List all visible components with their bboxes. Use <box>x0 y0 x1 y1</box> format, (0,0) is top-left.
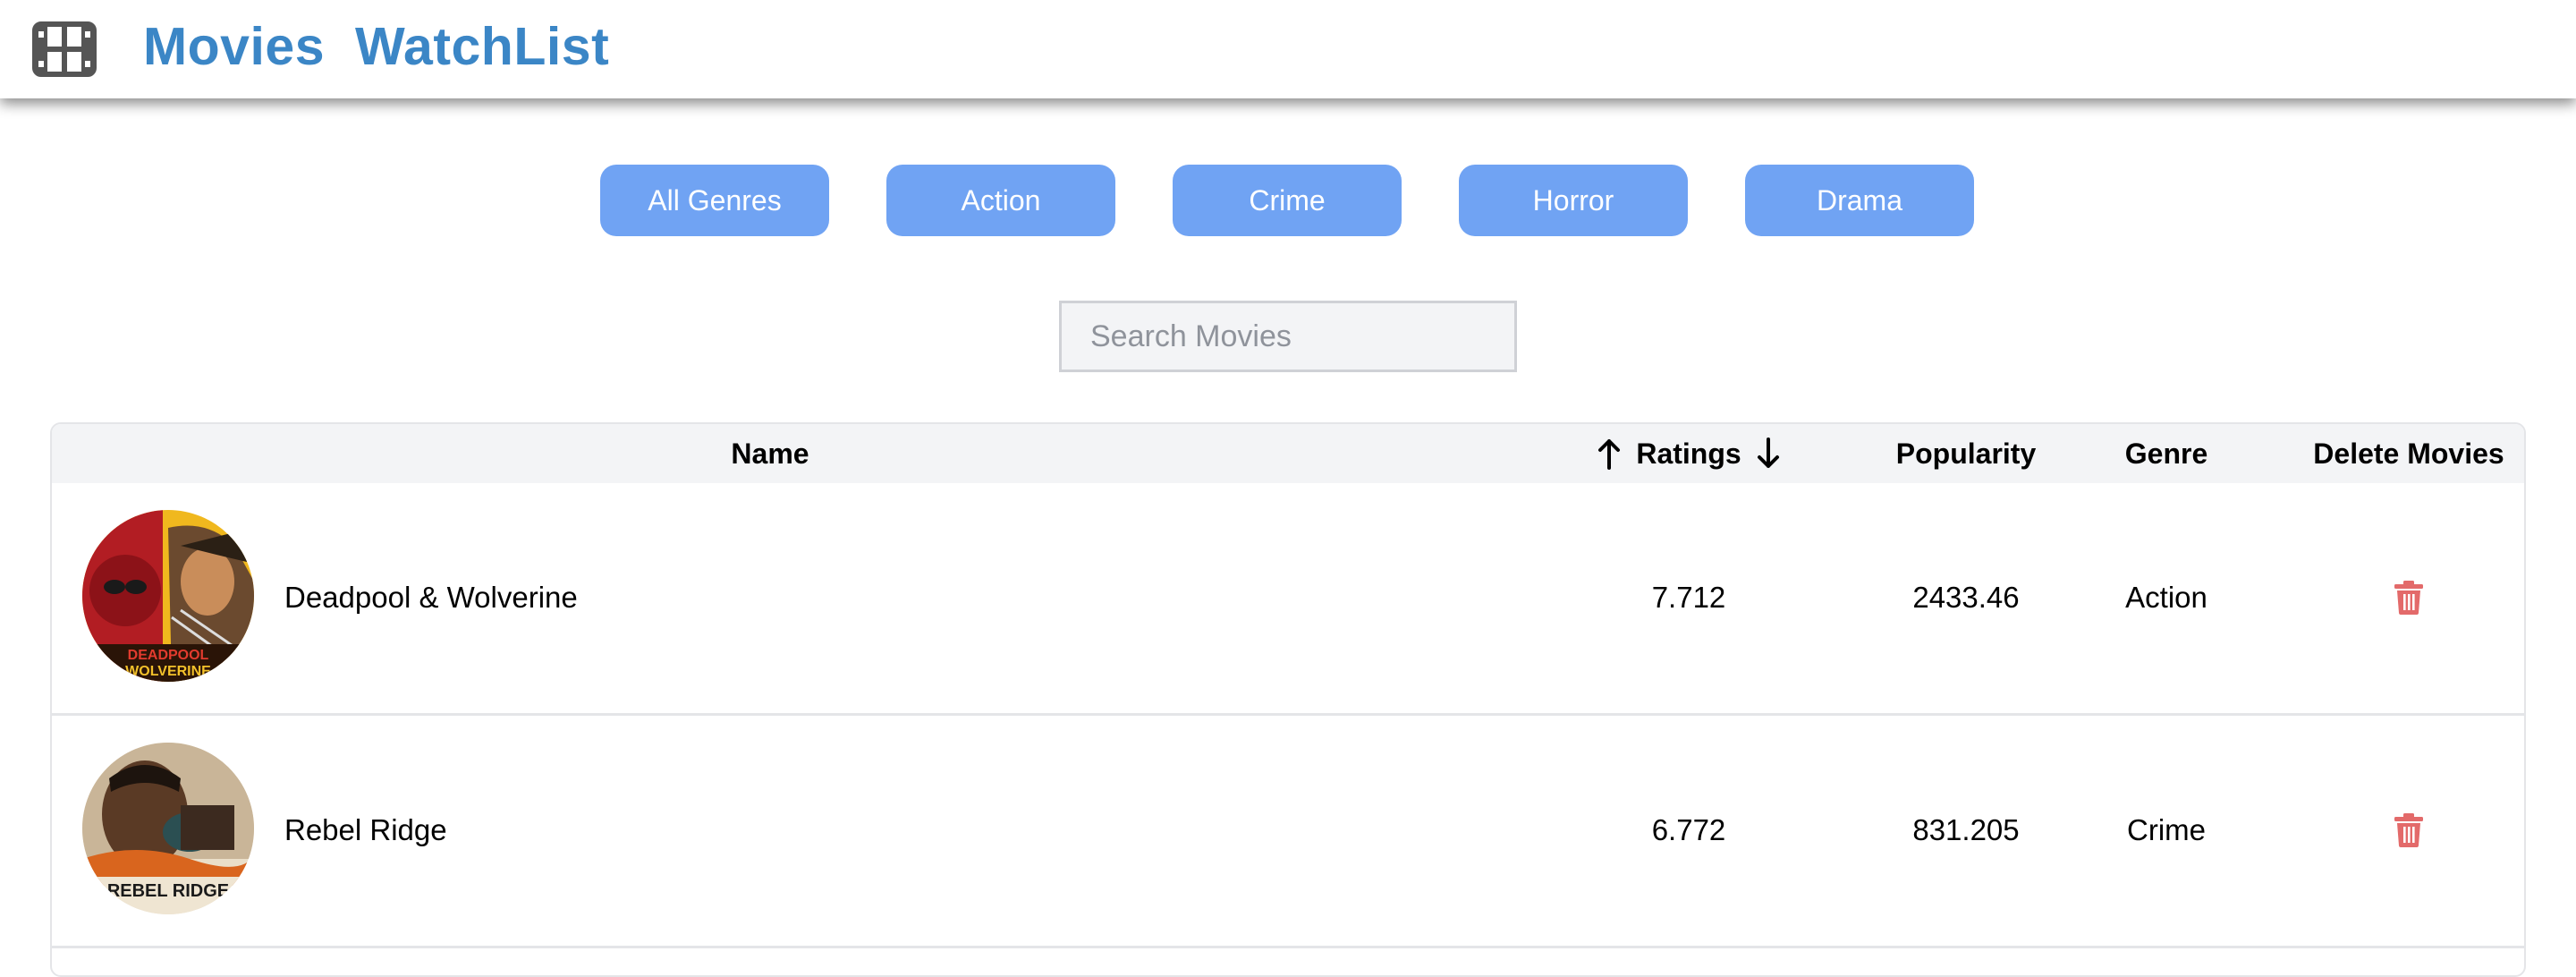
poster-image: REBEL RIDGE <box>82 743 254 914</box>
genre-button-drama[interactable]: Drama <box>1745 165 1974 236</box>
movie-poster: REBEL RIDGE <box>82 743 254 914</box>
arrow-up-icon[interactable] <box>1597 438 1622 470</box>
column-header-ratings-label: Ratings <box>1636 437 1741 470</box>
column-header-delete: Delete Movies <box>2313 437 2504 470</box>
movies-table: Name Ratings Popularity Genre Delete Mov… <box>50 422 2526 977</box>
table-header: Name Ratings Popularity Genre Delete Mov… <box>52 424 2524 483</box>
svg-text:WOLVERINE: WOLVERINE <box>125 664 211 679</box>
movie-rating: 6.772 <box>1651 813 1726 846</box>
table-row: DEADPOOL WOLVERINE Deadpool & Wolverine … <box>52 483 2524 716</box>
search-input[interactable] <box>1059 301 1517 372</box>
table-row: REBEL RIDGE Rebel Ridge 6.772 831.205 Cr… <box>52 716 2524 948</box>
genre-button-crime[interactable]: Crime <box>1173 165 1402 236</box>
genre-button-all[interactable]: All Genres <box>600 165 829 236</box>
movie-name: Rebel Ridge <box>284 813 447 846</box>
app-title-word-1: Movies <box>143 17 326 76</box>
delete-movie-button[interactable] <box>2360 716 2458 945</box>
movie-genre: Action <box>2125 581 2207 614</box>
poster-image: DEADPOOL WOLVERINE <box>82 510 254 682</box>
movie-name: Deadpool & Wolverine <box>284 581 578 614</box>
app-title-word-2: WatchList <box>355 17 610 76</box>
movie-poster: DEADPOOL WOLVERINE <box>82 510 254 682</box>
app-header: Movies WatchList <box>0 0 2576 98</box>
poster-title-text: REBEL RIDGE <box>107 881 229 901</box>
poster-title-text: DEADPOOL <box>128 648 209 663</box>
trash-icon[interactable] <box>2394 581 2424 615</box>
genre-button-horror[interactable]: Horror <box>1459 165 1688 236</box>
genre-button-action[interactable]: Action <box>886 165 1115 236</box>
delete-movie-button[interactable] <box>2360 483 2458 712</box>
column-header-name: Name <box>731 437 809 470</box>
movie-genre: Crime <box>2127 813 2206 846</box>
film-icon <box>32 21 97 77</box>
genre-filter-bar: All Genres Action Crime Horror Drama <box>600 165 1974 236</box>
movie-rating: 7.712 <box>1651 581 1726 614</box>
trash-icon[interactable] <box>2394 813 2424 847</box>
column-header-genre: Genre <box>2124 437 2208 470</box>
app-title[interactable]: Movies WatchList <box>143 14 609 79</box>
column-header-ratings: Ratings <box>1501 424 1877 483</box>
arrow-down-icon[interactable] <box>1756 438 1781 470</box>
